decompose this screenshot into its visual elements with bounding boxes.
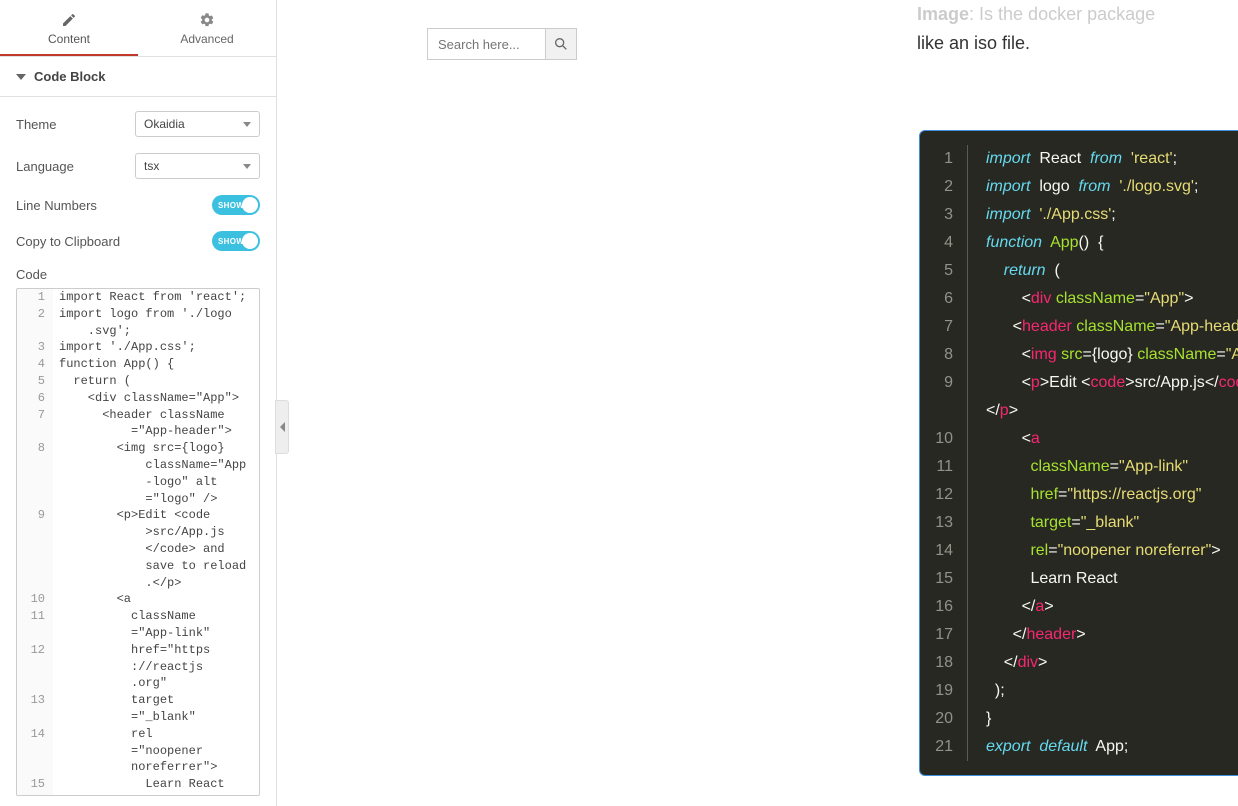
- chevron-down-icon: [243, 164, 251, 169]
- theme-label: Theme: [16, 117, 56, 132]
- search-input[interactable]: [427, 28, 545, 60]
- tab-advanced[interactable]: Advanced: [138, 0, 276, 56]
- caret-down-icon: [16, 74, 26, 80]
- line-numbers-label: Line Numbers: [16, 198, 97, 213]
- code-preview-block[interactable]: 1import React from 'react';2import logo …: [919, 130, 1238, 776]
- sidebar: Content Advanced Code Block Theme Okaidi…: [0, 0, 277, 806]
- tab-content[interactable]: Content: [0, 0, 138, 56]
- language-select[interactable]: tsx: [135, 153, 260, 179]
- search-icon: [553, 36, 569, 52]
- sidebar-tabs: Content Advanced: [0, 0, 276, 57]
- language-label: Language: [16, 159, 74, 174]
- line-numbers-toggle[interactable]: SHOW: [212, 195, 260, 215]
- section-header[interactable]: Code Block: [0, 57, 276, 97]
- code-editor[interactable]: 1import React from 'react';2import logo …: [16, 288, 260, 796]
- tab-advanced-label: Advanced: [180, 32, 233, 46]
- search-button[interactable]: [545, 28, 577, 60]
- tab-content-label: Content: [48, 32, 90, 46]
- copy-to-clipboard-toggle[interactable]: SHOW: [212, 231, 260, 251]
- main-area: Image: Is the docker package like an iso…: [277, 0, 1238, 806]
- section-title-text: Code Block: [34, 69, 106, 84]
- body-text: Image: Is the docker package like an iso…: [917, 0, 1155, 58]
- copy-to-clipboard-label: Copy to Clipboard: [16, 234, 120, 249]
- chevron-down-icon: [243, 122, 251, 127]
- pencil-icon: [61, 12, 77, 28]
- code-label: Code: [16, 267, 260, 282]
- fields-panel: Theme Okaidia Language tsx Line Numbers …: [0, 97, 276, 806]
- language-value: tsx: [144, 159, 159, 173]
- theme-select[interactable]: Okaidia: [135, 111, 260, 137]
- theme-value: Okaidia: [144, 117, 185, 131]
- gear-icon: [199, 12, 215, 28]
